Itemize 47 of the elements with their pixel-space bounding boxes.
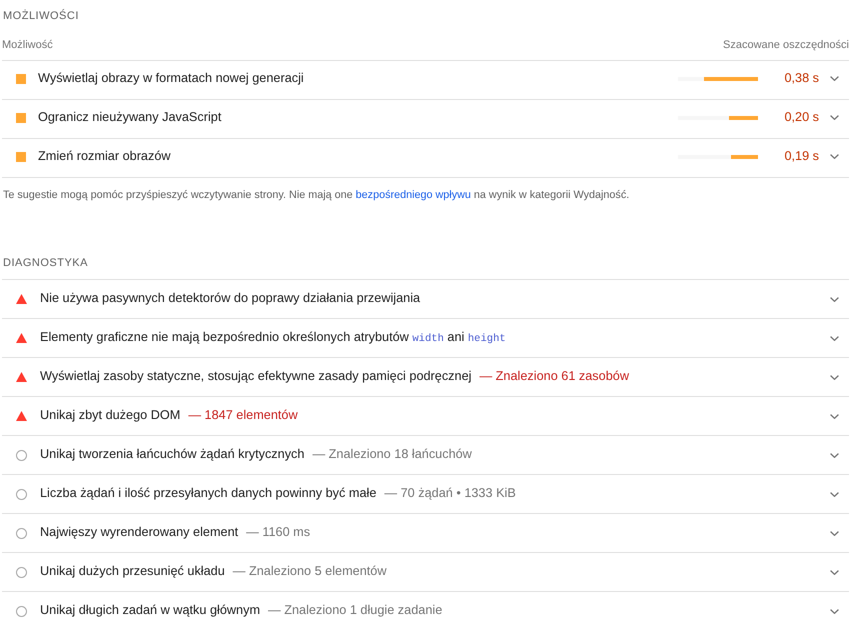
display-value: — 1160 ms: [246, 524, 310, 542]
chevron-icon[interactable]: [830, 115, 839, 120]
audit-title: Unikaj tworzenia łańcuchów żądań krytycznych: [40, 446, 304, 464]
audit-title: Unikaj długich zadań w wątku głównym: [40, 602, 260, 620]
chevron-icon[interactable]: [830, 76, 839, 81]
square-icon: [16, 112, 26, 122]
triangle-icon: [16, 294, 27, 304]
chevron-icon[interactable]: [830, 336, 839, 340]
savings-value: 0,20 s: [784, 108, 819, 126]
chevron-icon[interactable]: [830, 452, 839, 458]
audit-title: Najwięszy wyrenderowany element: [40, 524, 238, 542]
section-title: DIAGNOSTYKA: [2, 256, 88, 271]
audit-title: Unikaj dużych przesunięć układu: [40, 563, 225, 580]
chevron-icon[interactable]: [830, 296, 839, 302]
display-value: — Znaleziono 5 elementów: [232, 563, 387, 580]
chevron-icon[interactable]: [830, 608, 839, 614]
audit-title: Unikaj zbyt dużego DOM: [40, 407, 180, 424]
audit-title: Nie używa pasywnych detektorów do poprawy działania przewijania: [40, 290, 420, 308]
audit-title: Wyświetlaj zasoby statyczne, stosując efektywne zasady pamięci podręcznej: [40, 368, 472, 386]
chevron-icon[interactable]: [830, 414, 839, 418]
inline-link[interactable]: bezpośredniego wpływu: [356, 189, 471, 201]
chevron-icon[interactable]: [830, 530, 839, 536]
chevron-icon[interactable]: [830, 374, 839, 380]
footnote-text: Te sugestie mogą pomóc przyśpieszyć wczytywanie strony. Nie mają one bezpośredniego wpływu na wynik w kategorii Wydajność.: [2, 188, 630, 203]
display-value: — Znaleziono 18 łańcuchów: [312, 446, 472, 464]
square-icon: [16, 152, 26, 162]
chevron-icon[interactable]: [830, 570, 839, 574]
section-title: MOŻLIWOŚCI: [2, 8, 79, 24]
square-icon: [16, 74, 26, 84]
chevron-icon[interactable]: [830, 492, 839, 496]
display-value: — 1847 elementów: [188, 407, 298, 424]
audit-title: Liczba żądań i ilość przesyłanych danych powinny być małe: [40, 485, 376, 502]
audit-title: Ogranicz nieużywany JavaScript: [38, 108, 222, 126]
triangle-icon: [16, 333, 27, 343]
savings-value: 0,19 s: [784, 148, 819, 165]
column-header: Szacowane oszczędności: [723, 38, 849, 52]
display-value: — Znaleziono 61 zasobów: [479, 368, 629, 386]
display-value: — 70 żądań • 1333 KiB: [384, 485, 516, 502]
audit-title: Zmień rozmiar obrazów: [38, 148, 171, 165]
audit-title: Wyświetlaj obrazy w formatach nowej generacji: [38, 70, 304, 87]
chevron-icon[interactable]: [830, 154, 839, 159]
display-value: — Znaleziono 1 długie zadanie: [268, 602, 442, 620]
column-header: Możliwość: [2, 38, 53, 52]
triangle-icon: [16, 411, 27, 421]
triangle-icon: [16, 372, 27, 382]
savings-value: 0,38 s: [784, 70, 819, 87]
audit-title: Elementy graficzne nie mają bezpośrednio określonych atrybutów width ani height: [40, 329, 506, 348]
